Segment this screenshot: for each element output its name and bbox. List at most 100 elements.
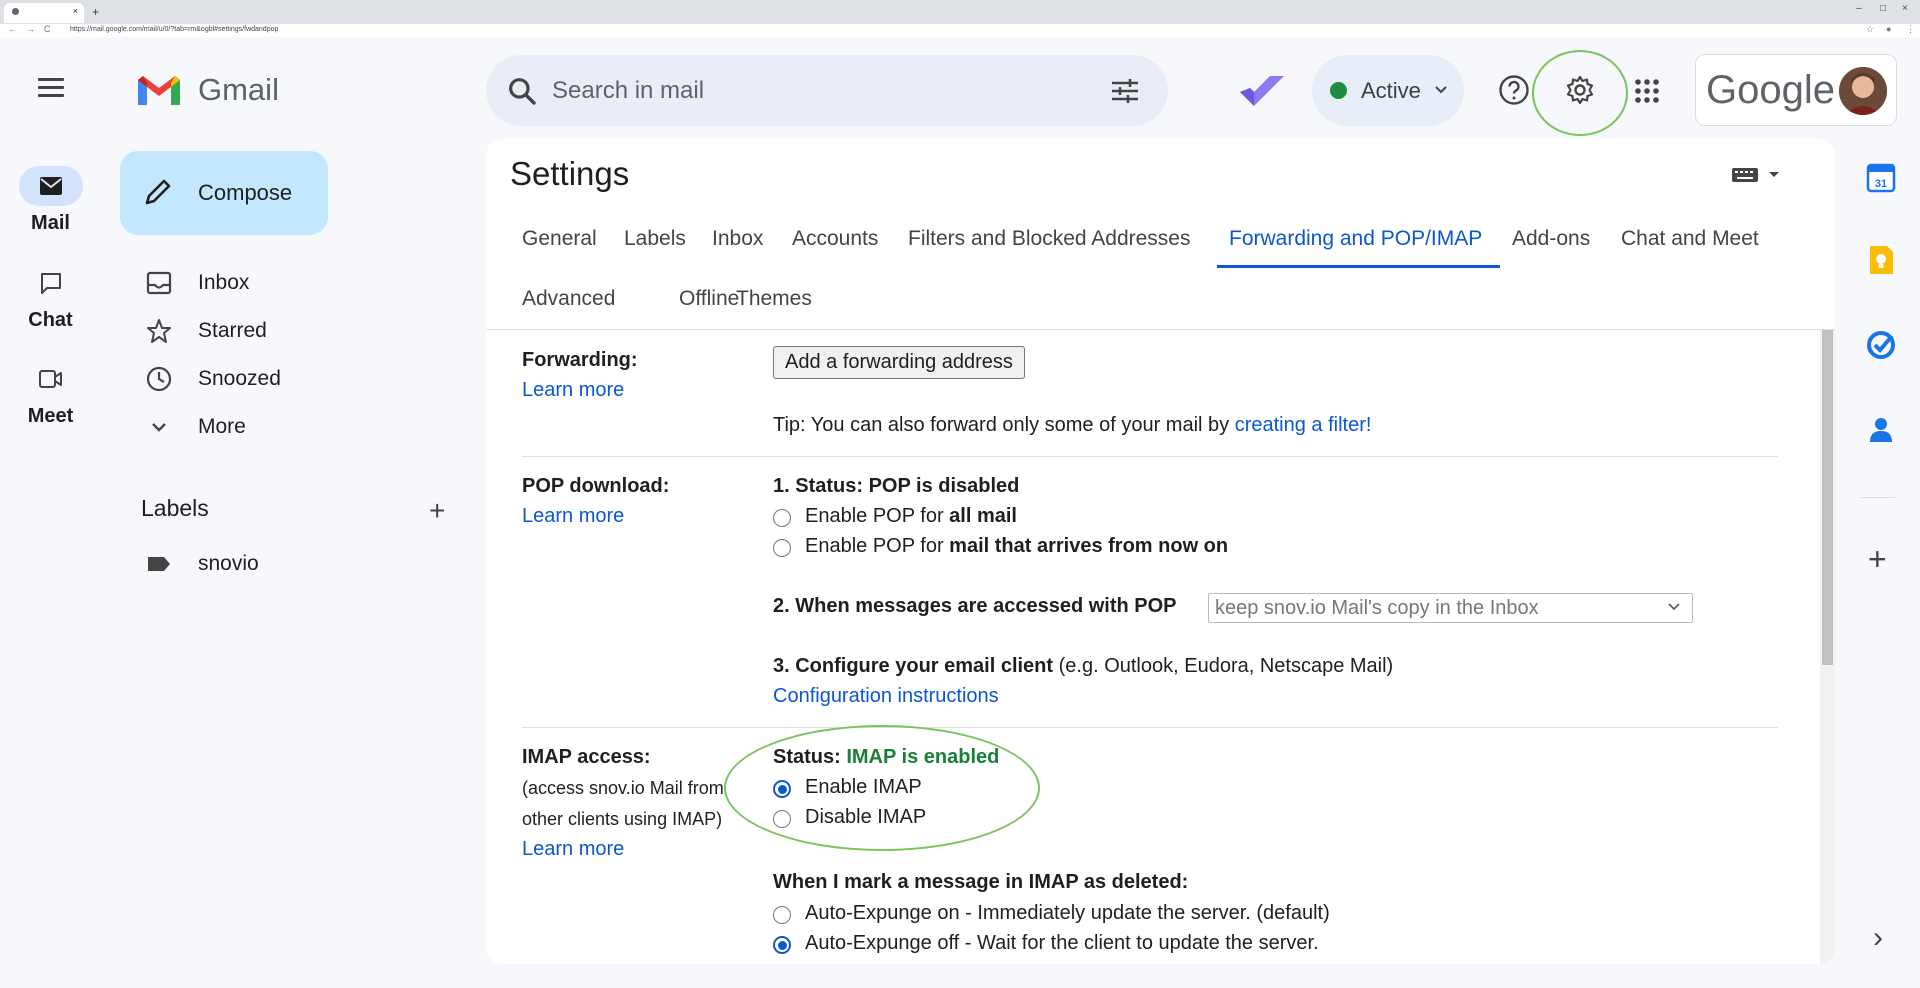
highlight-ring-imap [724, 725, 1040, 851]
expunge-off-radio[interactable] [773, 936, 791, 954]
rail-item-meet[interactable]: Meet [0, 359, 101, 428]
add-app-button[interactable]: + [1868, 541, 1887, 578]
scrollbar-thumb[interactable] [1822, 330, 1833, 665]
tab-chat-meet[interactable]: Chat and Meet [1621, 227, 1759, 251]
pop-from-now-option[interactable]: Enable POP for mail that arrives from no… [805, 535, 1228, 558]
status-label: Active [1361, 78, 1421, 103]
pop-option1-prefix: Enable POP for [805, 505, 950, 527]
pop-all-mail-radio[interactable] [773, 509, 791, 527]
nav-item-starred[interactable]: Starred [145, 311, 465, 351]
rail-label-mail: Mail [31, 212, 70, 234]
extension-icon[interactable] [1236, 70, 1288, 112]
input-tools-icon[interactable] [1731, 165, 1783, 185]
forwarding-label: Forwarding: [522, 349, 638, 371]
label-name: snovio [198, 552, 259, 575]
search-bar[interactable]: Search in mail [486, 55, 1168, 126]
expunge-on-label[interactable]: Auto-Expunge on - Immediately update the… [805, 902, 1330, 925]
apps-grid-icon[interactable] [1634, 78, 1660, 104]
tabs-divider [486, 329, 1835, 330]
inbox-icon [146, 271, 172, 295]
tab-labels[interactable]: Labels [624, 227, 686, 251]
nav-panel: Compose Inbox Starred Snoozed More Label… [101, 145, 481, 988]
create-filter-link[interactable]: creating a filter! [1235, 414, 1372, 436]
tab-general[interactable]: General [522, 227, 597, 251]
nav-item-more[interactable]: More [145, 407, 465, 447]
label-item-snovio[interactable]: snovio [145, 544, 465, 584]
nav-label-inbox: Inbox [198, 271, 250, 294]
tab-forwarding-pop-imap[interactable]: Forwarding and POP/IMAP [1229, 227, 1482, 251]
nav-item-snoozed[interactable]: Snoozed [145, 359, 465, 399]
minimize-button[interactable]: – [1856, 3, 1862, 14]
forwarding-tip: Tip: You can also forward only some of y… [773, 414, 1371, 437]
browser-chrome: × + – □ × ← → C https://mail.google.com/… [0, 0, 1920, 37]
active-status-dot [1330, 82, 1347, 99]
expunge-on-radio[interactable] [773, 906, 791, 924]
search-input[interactable]: Search in mail [552, 77, 704, 105]
rail-label-chat: Chat [28, 309, 73, 331]
nav-label-starred: Starred [198, 319, 267, 342]
imap-deleted-heading: When I mark a message in IMAP as deleted… [773, 871, 1189, 893]
new-tab-button[interactable]: + [92, 5, 99, 19]
gmail-wordmark: Gmail [198, 72, 279, 107]
profile-icon[interactable]: ● [1886, 24, 1891, 34]
add-label-button[interactable]: + [429, 495, 445, 527]
forward-button[interactable]: → [26, 24, 35, 34]
chevron-down-icon [1668, 603, 1680, 611]
imap-label: IMAP access: [522, 746, 651, 768]
help-icon[interactable] [1498, 74, 1530, 106]
pop-option1-bold: all mail [949, 505, 1017, 527]
nav-label-snoozed: Snoozed [198, 367, 281, 390]
contacts-icon [1870, 418, 1892, 442]
tab-inbox[interactable]: Inbox [712, 227, 763, 251]
account-switcher[interactable]: Google [1695, 54, 1897, 126]
google-wordmark: Google [1706, 68, 1835, 112]
meet-icon [38, 370, 62, 388]
tab-filters[interactable]: Filters and Blocked Addresses [908, 227, 1190, 251]
tab-offline[interactable]: Offline [679, 287, 739, 311]
scrollbar[interactable] [1820, 330, 1835, 964]
rail-item-chat[interactable]: Chat [0, 263, 101, 332]
tab-accounts[interactable]: Accounts [792, 227, 878, 251]
url-field[interactable]: https://mail.google.com/mail/u/0/?tab=rm… [70, 26, 278, 33]
browser-tab[interactable]: × [4, 3, 84, 23]
expand-side-panel-icon[interactable]: › [1873, 921, 1883, 955]
main-menu-icon[interactable] [38, 78, 64, 97]
configuration-instructions-link[interactable]: Configuration instructions [773, 685, 999, 708]
keep-app-button[interactable] [1866, 245, 1896, 275]
tab-addons[interactable]: Add-ons [1512, 227, 1590, 251]
search-icon[interactable] [506, 75, 538, 107]
keep-icon [1870, 246, 1893, 274]
nav-item-inbox[interactable]: Inbox [145, 263, 465, 303]
window-close-button[interactable]: × [1902, 3, 1908, 14]
tasks-icon [1867, 331, 1895, 359]
reload-button[interactable]: C [44, 24, 51, 34]
pop-all-mail-option[interactable]: Enable POP for all mail [805, 505, 1017, 528]
status-dropdown[interactable]: Active [1312, 55, 1464, 126]
forwarding-learn-more-link[interactable]: Learn more [522, 379, 624, 402]
contacts-app-button[interactable] [1866, 415, 1896, 445]
tab-close-icon[interactable]: × [73, 6, 78, 16]
pop-action-select[interactable]: keep snov.io Mail's copy in the Inbox [1208, 593, 1693, 623]
maximize-button[interactable]: □ [1880, 3, 1886, 14]
add-forwarding-address-button[interactable]: Add a forwarding address [773, 346, 1025, 379]
tasks-app-button[interactable] [1866, 330, 1896, 360]
search-options-icon[interactable] [1110, 77, 1140, 105]
rail-item-mail[interactable]: Mail [0, 166, 101, 235]
calendar-icon: 31 [1866, 163, 1896, 193]
imap-learn-more-link[interactable]: Learn more [522, 838, 624, 861]
calendar-app-button[interactable]: 31 [1866, 163, 1896, 193]
tab-advanced[interactable]: Advanced [522, 287, 615, 311]
calendar-day: 31 [1875, 178, 1887, 190]
avatar[interactable] [1839, 67, 1887, 115]
bookmark-star-icon[interactable]: ☆ [1866, 24, 1874, 35]
compose-button[interactable]: Compose [120, 151, 328, 235]
rail-label-meet: Meet [27, 405, 74, 427]
back-button[interactable]: ← [8, 24, 17, 34]
pop-from-now-radio[interactable] [773, 539, 791, 557]
pop-when-label: 2. When messages are accessed with POP [773, 595, 1177, 617]
pop-learn-more-link[interactable]: Learn more [522, 505, 624, 528]
tab-themes[interactable]: Themes [736, 287, 812, 311]
expunge-off-label[interactable]: Auto-Expunge off - Wait for the client t… [805, 932, 1319, 955]
browser-menu-icon[interactable]: ⋮ [1906, 24, 1915, 35]
pop-configure-note: (e.g. Outlook, Eudora, Netscape Mail) [1053, 655, 1394, 677]
